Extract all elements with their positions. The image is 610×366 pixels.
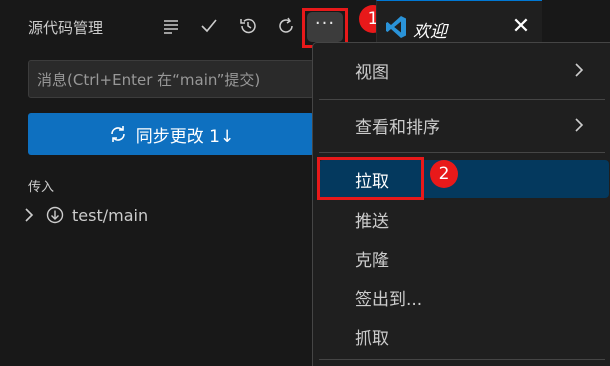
menu-separator [319, 359, 605, 360]
menu-item-label: 签出到... [355, 289, 423, 310]
menu-item-label: 抓取 [355, 328, 389, 349]
menu-item-view-and-sort[interactable]: 查看和排序 [319, 108, 609, 142]
annotation-badge-2: 2 [430, 160, 458, 188]
tab-label: 欢迎 [413, 22, 447, 42]
menu-item-label: 查看和排序 [355, 117, 440, 138]
sync-changes-button[interactable]: 同步更改 1↓ [28, 113, 314, 155]
more-actions-menu: 视图 查看和排序 拉取 推送 克隆 签出到... 抓取 [312, 42, 610, 366]
panel-title: 源代码管理 [28, 19, 104, 37]
view-as-list-icon[interactable] [158, 13, 184, 39]
source-control-panel: 源代码管理 消息(Ctrl+Enter 在“main”提交) 同步更改 1↓ 传… [0, 0, 314, 366]
arrow-down-circle-icon [46, 206, 64, 224]
tree-item-label: test/main [72, 205, 149, 225]
chevron-right-icon [575, 118, 584, 132]
incoming-section-header[interactable]: 传入 [28, 176, 54, 195]
menu-item-fetch[interactable]: 抓取 [319, 319, 609, 353]
sync-icon [110, 126, 125, 142]
commit-message-placeholder: 消息(Ctrl+Enter 在“main”提交) [37, 71, 261, 89]
incoming-tree-item[interactable]: test/main [20, 202, 148, 228]
commit-message-input[interactable]: 消息(Ctrl+Enter 在“main”提交) [28, 60, 314, 98]
history-icon[interactable] [235, 13, 261, 39]
menu-item-label: 推送 [355, 211, 389, 232]
sync-button-label: 同步更改 1↓ [135, 126, 235, 147]
menu-item-label: 视图 [355, 62, 389, 83]
menu-item-view[interactable]: 视图 [319, 53, 609, 87]
menu-item-clone[interactable]: 克隆 [319, 241, 609, 275]
menu-item-checkout-to[interactable]: 签出到... [319, 280, 609, 314]
menu-separator [319, 99, 605, 100]
annotation-box-2 [317, 157, 424, 200]
chevron-right-icon [575, 63, 584, 77]
commit-check-icon[interactable] [196, 13, 222, 39]
refresh-icon[interactable] [273, 13, 299, 39]
close-icon[interactable]: ✕ [509, 15, 533, 39]
menu-item-push[interactable]: 推送 [319, 202, 609, 236]
vscode-logo-icon [386, 16, 406, 38]
chevron-right-icon[interactable] [20, 206, 38, 224]
menu-separator [319, 152, 605, 153]
menu-item-label: 克隆 [355, 250, 389, 271]
